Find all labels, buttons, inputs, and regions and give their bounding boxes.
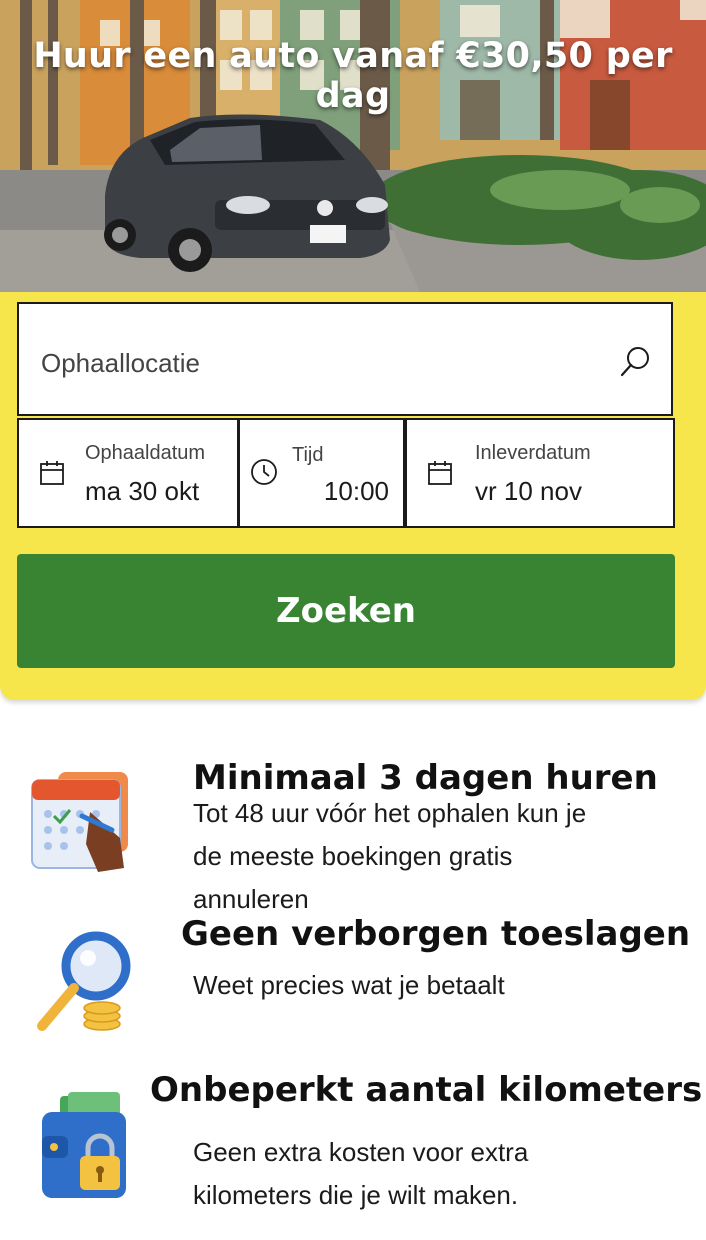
calendar-icon xyxy=(40,461,64,485)
return-date-field[interactable]: Inleverdatum vr 10 nov xyxy=(405,418,675,528)
feature-description-line: de meeste boekingen gratis xyxy=(193,841,513,871)
feature-description-line: Tot 48 uur vóór het ophalen kun je xyxy=(193,798,587,828)
feature-title: Onbeperkt aantal kilometers xyxy=(150,1070,703,1110)
clock-icon xyxy=(251,459,277,485)
feature-title: Geen verborgen toeslagen xyxy=(181,914,691,954)
time-value: 10:00 xyxy=(323,476,389,506)
feature-description-line: Geen extra kosten voor extra xyxy=(193,1137,529,1167)
pickup-location-placeholder: Ophaallocatie xyxy=(41,348,200,378)
calendar-illustration xyxy=(31,772,128,872)
calendar-icon xyxy=(428,461,452,485)
car-illustration xyxy=(104,114,390,272)
feature-description-line: Weet precies wat je betaalt xyxy=(193,970,505,1000)
feature-description-line: kilometers die je wilt maken. xyxy=(193,1180,519,1210)
magnifier-coins-illustration xyxy=(37,931,131,1031)
pickup-time-field[interactable]: Tijd 10:00 xyxy=(238,418,405,528)
search-panel: Ophaallocatie Ophaaldatum ma 30 okt Tijd… xyxy=(0,292,706,700)
search-icon[interactable] xyxy=(619,344,653,378)
feature-description: Geen extra kosten voor extra kilometers … xyxy=(193,1131,528,1217)
pickup-date-label: Ophaaldatum xyxy=(85,442,206,464)
wallet-lock-illustration xyxy=(42,1092,126,1198)
hero-title: Huur een auto vanaf €30,50 per dag xyxy=(33,36,673,116)
return-date-value: vr 10 nov xyxy=(475,476,582,506)
date-time-row: Ophaaldatum ma 30 okt Tijd 10:00 Inlever… xyxy=(17,418,675,528)
feature-description: Weet precies wat je betaalt xyxy=(193,964,505,1007)
pickup-location-input[interactable]: Ophaallocatie xyxy=(17,302,673,416)
return-date-label: Inleverdatum xyxy=(475,442,591,464)
feature-description: Tot 48 uur vóór het ophalen kun je de me… xyxy=(193,792,586,921)
hero-banner: Huur een auto vanaf €30,50 per dag xyxy=(0,0,706,292)
search-button[interactable]: Zoeken xyxy=(17,554,675,668)
pickup-date-field[interactable]: Ophaaldatum ma 30 okt xyxy=(17,418,239,528)
pickup-date-value: ma 30 okt xyxy=(85,476,200,506)
time-label: Tijd xyxy=(292,444,324,466)
